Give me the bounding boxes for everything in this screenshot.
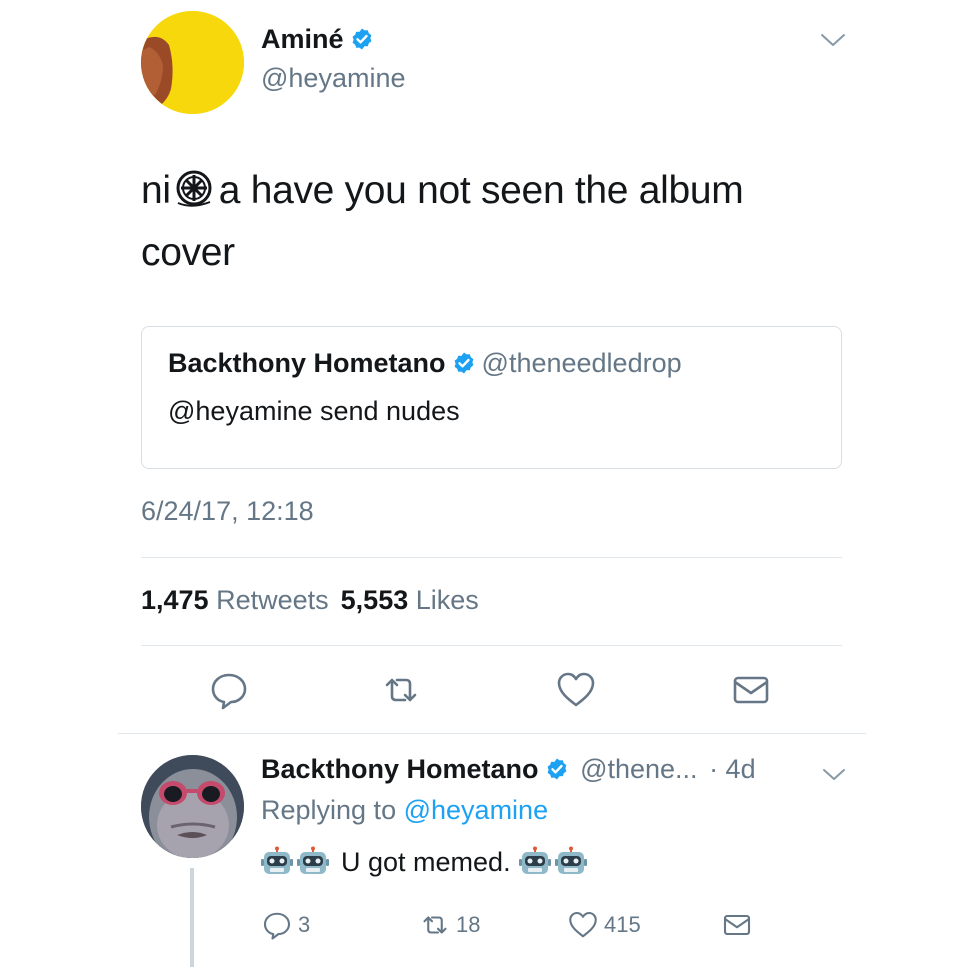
reply-header[interactable]: Backthony Hometano @thene... · 4d <box>261 754 756 785</box>
reply-retweet-button[interactable]: 18 <box>420 910 480 940</box>
reply-message: U got memed. <box>341 846 511 877</box>
robot-emoji-icon <box>261 846 293 874</box>
chevron-down-icon[interactable] <box>822 765 846 783</box>
envelope-icon <box>723 914 751 936</box>
quoted-author-handle: @theneedledrop <box>481 348 682 378</box>
robot-emoji-icon <box>297 846 329 874</box>
divider <box>118 733 866 734</box>
tweet-text-end: a have you not seen the album <box>218 169 744 212</box>
author-handle[interactable]: @heyamine <box>261 63 405 94</box>
heart-icon[interactable] <box>556 670 596 710</box>
reply-author-handle: @thene... <box>580 754 698 784</box>
author-name[interactable]: Aminé <box>261 24 374 55</box>
reply-reply-count: 3 <box>298 912 311 937</box>
likes-stat[interactable]: 5,553 Likes <box>341 585 479 615</box>
reply-retweet-count: 18 <box>456 912 481 937</box>
divider <box>141 645 842 646</box>
quoted-tweet-text: @heyamine send nudes <box>168 396 460 426</box>
envelope-icon[interactable] <box>731 670 771 710</box>
author-avatar[interactable] <box>141 11 244 114</box>
reply-author-name: Backthony Hometano <box>261 754 539 784</box>
divider <box>141 557 842 558</box>
tweet-text-start: ni <box>141 169 171 212</box>
reply-text: U got memed. <box>261 846 591 878</box>
verified-badge-icon <box>352 28 371 50</box>
replying-to: Replying to @heyamine <box>261 795 548 826</box>
reply-icon <box>263 912 291 940</box>
retweets-count: 1,475 <box>141 585 209 615</box>
robot-emoji-icon <box>554 846 587 874</box>
likes-label: Likes <box>415 585 479 615</box>
robot-emoji-icon <box>518 846 551 874</box>
author-name-text: Aminé <box>261 24 344 54</box>
heart-icon <box>569 911 597 938</box>
likes-count: 5,553 <box>340 585 409 615</box>
reply-reply-button[interactable]: 3 <box>262 910 310 940</box>
retweet-icon[interactable] <box>381 670 421 710</box>
reply-message-button[interactable] <box>722 910 758 940</box>
quoted-author[interactable]: Backthony Hometano @theneedledrop <box>168 348 682 379</box>
replying-prefix: Replying to <box>261 795 397 825</box>
tweet-stats: 1,475 Retweets 5,553 Likes <box>141 585 479 616</box>
reply-age: · 4d <box>709 754 756 784</box>
quoted-author-name: Backthony Hometano <box>168 348 446 378</box>
tweet-timestamp[interactable]: 6/24/17, 12:18 <box>141 496 314 527</box>
tweet-text-line2: cover <box>141 231 235 274</box>
retweet-icon <box>423 916 447 934</box>
tweet-text: ni a have you not seen the album cover <box>141 160 841 284</box>
verified-badge-icon <box>454 352 473 374</box>
reply-icon[interactable] <box>209 670 249 710</box>
reply-author-avatar[interactable] <box>141 755 244 858</box>
retweets-label: Retweets <box>216 585 329 615</box>
reply-like-count: 415 <box>604 912 641 937</box>
replying-mention-link[interactable]: @heyamine <box>404 795 548 825</box>
redaction-scribble-icon <box>176 170 212 207</box>
reply-like-button[interactable]: 415 <box>568 910 641 940</box>
verified-badge-icon <box>547 758 566 780</box>
chevron-down-icon[interactable] <box>820 30 846 50</box>
retweets-stat[interactable]: 1,475 Retweets <box>141 585 329 615</box>
thread-line <box>190 868 194 967</box>
